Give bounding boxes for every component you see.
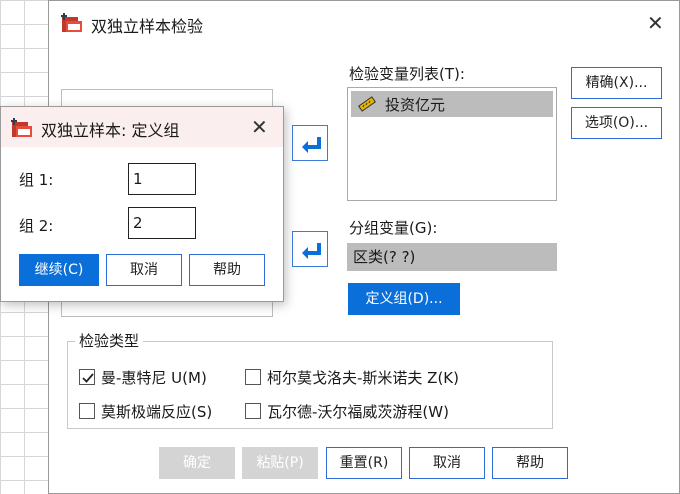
exact-button[interactable]: 精确(X)... — [571, 67, 662, 99]
moses-extreme-checkbox[interactable] — [79, 403, 95, 419]
list-item[interactable]: 投资亿元 — [351, 91, 553, 117]
sub-cancel-button[interactable]: 取消 — [106, 254, 182, 286]
group-variable-label: 分组变量(G): — [349, 219, 438, 237]
arrow-left-icon — [302, 137, 321, 153]
cancel-button[interactable]: 取消 — [409, 447, 485, 479]
paste-button[interactable]: 粘贴(P) — [242, 447, 318, 479]
sub-dialog-title: 双独立样本: 定义组 — [41, 121, 180, 140]
arrow-left-icon — [302, 243, 321, 259]
group1-label: 组 1: — [19, 171, 54, 189]
close-icon[interactable]: ✕ — [647, 13, 664, 33]
options-button[interactable]: 选项(O)... — [571, 107, 662, 139]
group-variable-field[interactable]: 区类(? ?) — [347, 243, 557, 271]
sub-help-button[interactable]: 帮助 — [189, 254, 265, 286]
wald-wolfowitz-label[interactable]: 瓦尔德-沃尔福威茨游程(W) — [267, 401, 449, 422]
test-type-label: 检验类型 — [75, 330, 144, 351]
close-icon[interactable]: ✕ — [251, 117, 268, 137]
dialog-title: 双独立样本检验 — [91, 17, 204, 36]
group2-label: 组 2: — [19, 217, 54, 235]
title-bar: 双独立样本检验 ✕ — [49, 1, 679, 45]
move-to-test-list-button[interactable] — [292, 125, 328, 161]
help-button[interactable]: 帮助 — [492, 447, 568, 479]
move-to-group-var-button[interactable] — [292, 231, 328, 267]
sub-title-bar: 双独立样本: 定义组 ✕ — [1, 107, 283, 147]
wald-wolfowitz-checkbox[interactable] — [245, 403, 261, 419]
checkmark-icon — [82, 373, 94, 383]
test-variable-list[interactable]: 投资亿元 — [347, 87, 557, 201]
kolmogorov-smirnov-checkbox[interactable] — [245, 369, 261, 385]
define-groups-button[interactable]: 定义组(D)... — [348, 283, 460, 315]
app-icon — [61, 13, 82, 32]
ruler-icon — [358, 96, 376, 112]
group2-input[interactable]: 2 — [128, 207, 196, 239]
continue-button[interactable]: 继续(C) — [19, 254, 99, 286]
app-icon — [11, 118, 32, 137]
mann-whitney-checkbox[interactable] — [79, 369, 95, 385]
kolmogorov-smirnov-label[interactable]: 柯尔莫戈洛夫-斯米诺夫 Z(K) — [267, 367, 459, 388]
moses-extreme-label[interactable]: 莫斯极端反应(S) — [101, 401, 212, 422]
group1-input[interactable]: 1 — [128, 163, 196, 195]
mann-whitney-label[interactable]: 曼-惠特尼 U(M) — [101, 367, 207, 388]
define-groups-dialog: 双独立样本: 定义组 ✕ 组 1: 1 组 2: 2 继续(C) 取消 帮助 — [0, 106, 284, 302]
reset-button[interactable]: 重置(R) — [326, 447, 402, 479]
ok-button[interactable]: 确定 — [159, 447, 235, 479]
test-variable-list-label: 检验变量列表(T): — [349, 65, 465, 83]
